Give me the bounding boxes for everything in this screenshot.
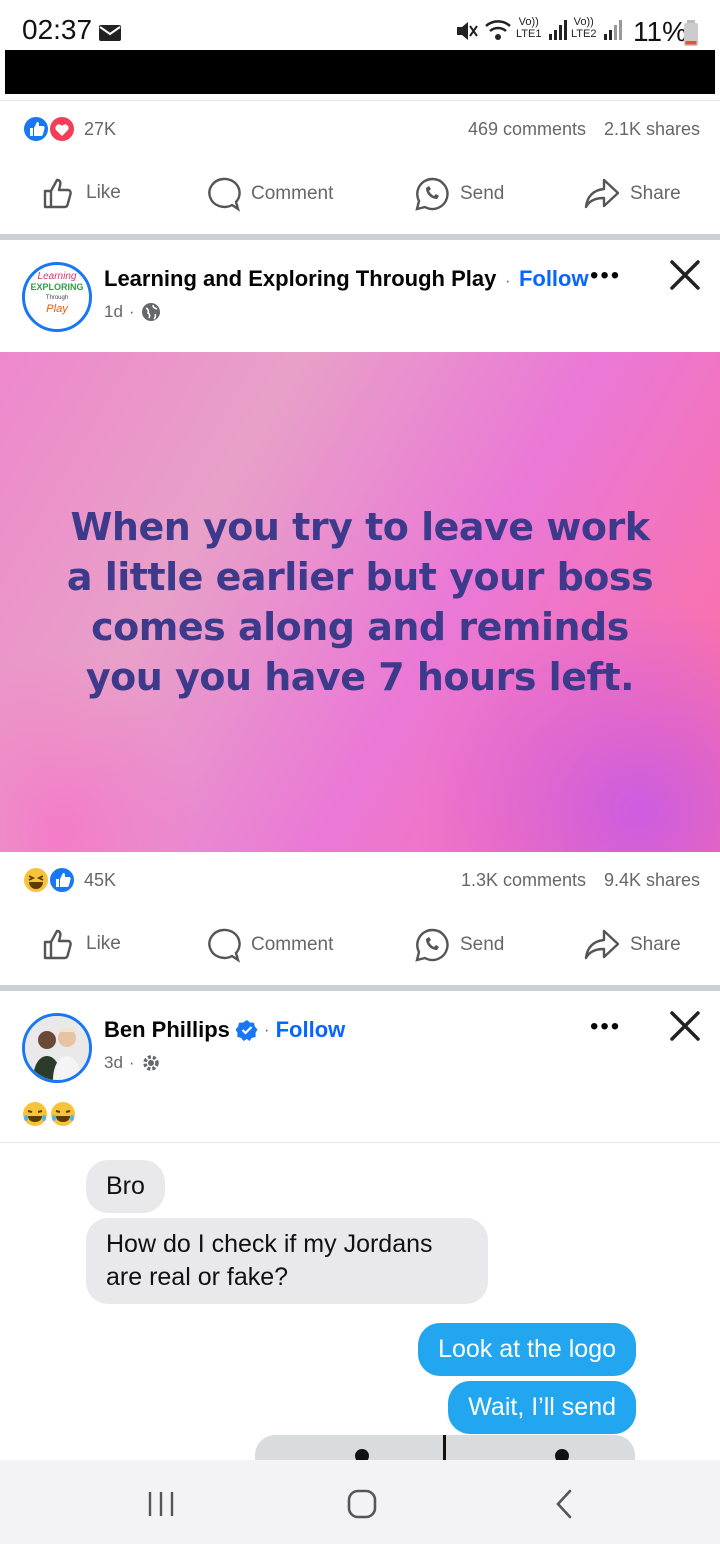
share-button[interactable]: Share xyxy=(584,176,681,212)
send-button-2[interactable]: Send xyxy=(414,927,504,963)
laughing-emoji-icon xyxy=(23,1102,75,1126)
volte-label-2: Vo)) xyxy=(573,16,594,28)
meta-dot-2: · xyxy=(128,1053,135,1072)
battery-percent: 11% xyxy=(633,16,687,47)
signal-icon-2 xyxy=(604,20,622,40)
comment-label: Comment xyxy=(251,934,334,955)
back-icon[interactable] xyxy=(552,1488,576,1520)
verified-badge-icon xyxy=(235,1020,258,1041)
comment-icon xyxy=(208,928,241,963)
mute-icon xyxy=(457,22,478,40)
chat-image-preview xyxy=(255,1435,635,1460)
status-time: 02:37 xyxy=(22,14,93,45)
more-options-icon[interactable]: ••• xyxy=(590,262,621,290)
mail-icon xyxy=(99,25,121,41)
post-divider xyxy=(0,985,720,991)
logo-text-learning: Learning xyxy=(37,271,77,282)
volte-label: Vo)) xyxy=(518,16,539,28)
lte1-indicator: Vo)) LTE1 xyxy=(516,16,541,40)
chat-bubble-left: Bro xyxy=(86,1160,165,1213)
send-label: Send xyxy=(460,934,505,955)
shares-count-2[interactable]: 9.4K shares xyxy=(604,870,700,891)
page-name[interactable]: Learning and Exploring Through Play xyxy=(104,266,496,291)
comments-count-2[interactable]: 1.3K comments xyxy=(461,870,586,891)
lte2-indicator: Vo)) LTE2 xyxy=(571,16,596,40)
post-image[interactable]: Bro How do I check if my Jordans are rea… xyxy=(0,1143,720,1460)
reaction-icons-2[interactable] xyxy=(22,865,82,895)
like-button-2[interactable]: Like xyxy=(42,927,121,961)
like-icon xyxy=(43,178,72,209)
share-button-2[interactable]: Share xyxy=(584,927,681,963)
chat-bubble-right: Wait, I’ll send xyxy=(448,1381,636,1434)
send-button[interactable]: Send xyxy=(414,176,504,212)
share-icon xyxy=(584,178,620,209)
meta-dot: · xyxy=(128,302,135,321)
comment-button[interactable]: Comment xyxy=(205,176,333,212)
post-time-2: 3d xyxy=(104,1053,123,1072)
more-options-icon-2[interactable]: ••• xyxy=(590,1013,621,1041)
divider-line xyxy=(0,100,720,101)
reaction-icons[interactable] xyxy=(22,114,82,144)
lte1-label: LTE1 xyxy=(516,28,542,40)
like-label: Like xyxy=(86,182,121,203)
post-header-line: Learning and Exploring Through Play · Fo… xyxy=(104,266,589,292)
post-divider xyxy=(0,234,720,240)
shares-count[interactable]: 2.1K shares xyxy=(604,119,700,140)
post3-meta: 3d · xyxy=(104,1053,161,1073)
chat-bubble-right: Look at the logo xyxy=(418,1323,636,1376)
home-icon[interactable] xyxy=(346,1488,378,1520)
close-icon-2[interactable] xyxy=(668,1009,702,1043)
follow-button[interactable]: Follow xyxy=(519,266,589,291)
author-name[interactable]: Ben Phillips xyxy=(104,1017,230,1043)
chat-bubble-left: How do I check if my Jordans are real or… xyxy=(86,1218,488,1304)
share-label: Share xyxy=(630,934,681,955)
like-label: Like xyxy=(86,933,121,954)
obscured-bar xyxy=(5,50,715,94)
globe-icon xyxy=(141,303,160,321)
post3-header-line: Ben Phillips · Follow xyxy=(104,1017,345,1043)
whatsapp-icon xyxy=(415,928,449,962)
wifi-icon xyxy=(485,20,511,40)
logo-text-exploring: EXPLORING xyxy=(30,282,84,292)
lte2-label: LTE2 xyxy=(571,28,597,40)
follow-button-2[interactable]: Follow xyxy=(276,1017,346,1043)
share-icon xyxy=(584,929,620,960)
comment-icon xyxy=(208,177,241,212)
logo-text-play: Play xyxy=(46,303,68,315)
post-time: 1d xyxy=(104,302,123,321)
comments-count[interactable]: 469 comments xyxy=(468,119,586,140)
battery-icon xyxy=(684,20,698,46)
comment-label: Comment xyxy=(251,183,334,204)
signal-icon xyxy=(549,20,567,40)
post-meta: 1d · xyxy=(104,302,161,322)
close-icon[interactable] xyxy=(668,258,702,292)
send-label: Send xyxy=(460,183,505,204)
page-avatar[interactable]: Learning EXPLORING Through Play xyxy=(22,262,92,332)
reactions-count[interactable]: 27K xyxy=(84,119,116,140)
comment-button-2[interactable]: Comment xyxy=(205,927,333,963)
reactions-count-2[interactable]: 45K xyxy=(84,870,116,891)
like-button[interactable]: Like xyxy=(42,176,121,210)
recent-apps-icon[interactable] xyxy=(146,1490,176,1518)
like-icon xyxy=(43,929,72,960)
author-avatar[interactable] xyxy=(22,1013,92,1083)
post-text: When you try to leave work a little earl… xyxy=(66,505,654,699)
settings-gear-icon xyxy=(142,1055,159,1071)
system-nav-bar xyxy=(0,1460,720,1544)
whatsapp-icon xyxy=(415,177,449,211)
share-label: Share xyxy=(630,183,681,204)
separator: · xyxy=(504,271,511,290)
separator: · xyxy=(263,1020,270,1039)
